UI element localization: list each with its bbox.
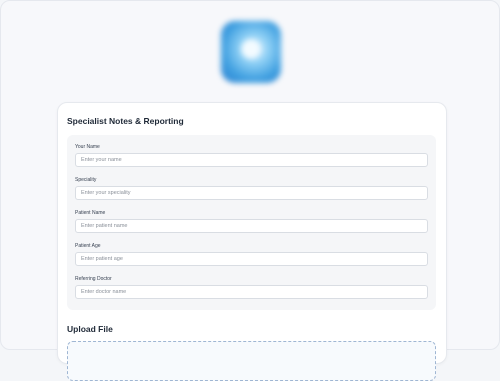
- field-your-name: Your Name Enter your name: [75, 144, 428, 167]
- field-label: Speciality: [75, 177, 97, 183]
- form-panel: Your Name Enter your name Speciality Ent…: [67, 135, 436, 310]
- speciality-input[interactable]: Enter your speciality: [75, 186, 428, 200]
- field-referring-doctor: Referring Doctor Enter doctor name: [75, 276, 428, 299]
- notes-card: Specialist Notes & Reporting Your Name E…: [57, 102, 447, 381]
- field-label: Patient Name: [75, 210, 106, 216]
- form-title: Specialist Notes & Reporting: [67, 116, 184, 126]
- field-label: Referring Doctor: [75, 276, 112, 282]
- field-label: Patient Age: [75, 243, 101, 249]
- your-name-input[interactable]: Enter your name: [75, 153, 428, 167]
- file-dropzone[interactable]: [67, 341, 436, 381]
- patient-age-input[interactable]: Enter patient age: [75, 252, 428, 266]
- field-label: Your Name: [75, 144, 100, 150]
- field-speciality: Speciality Enter your speciality: [75, 177, 428, 200]
- patient-name-input[interactable]: Enter patient name: [75, 219, 428, 233]
- field-patient-name: Patient Name Enter patient name: [75, 210, 428, 233]
- app-logo: [221, 21, 281, 83]
- page-frame: Specialist Notes & Reporting Your Name E…: [0, 0, 500, 381]
- referring-doctor-input[interactable]: Enter doctor name: [75, 285, 428, 299]
- field-patient-age: Patient Age Enter patient age: [75, 243, 428, 266]
- upload-title: Upload File: [67, 324, 113, 334]
- logo-mark-icon: [241, 39, 261, 59]
